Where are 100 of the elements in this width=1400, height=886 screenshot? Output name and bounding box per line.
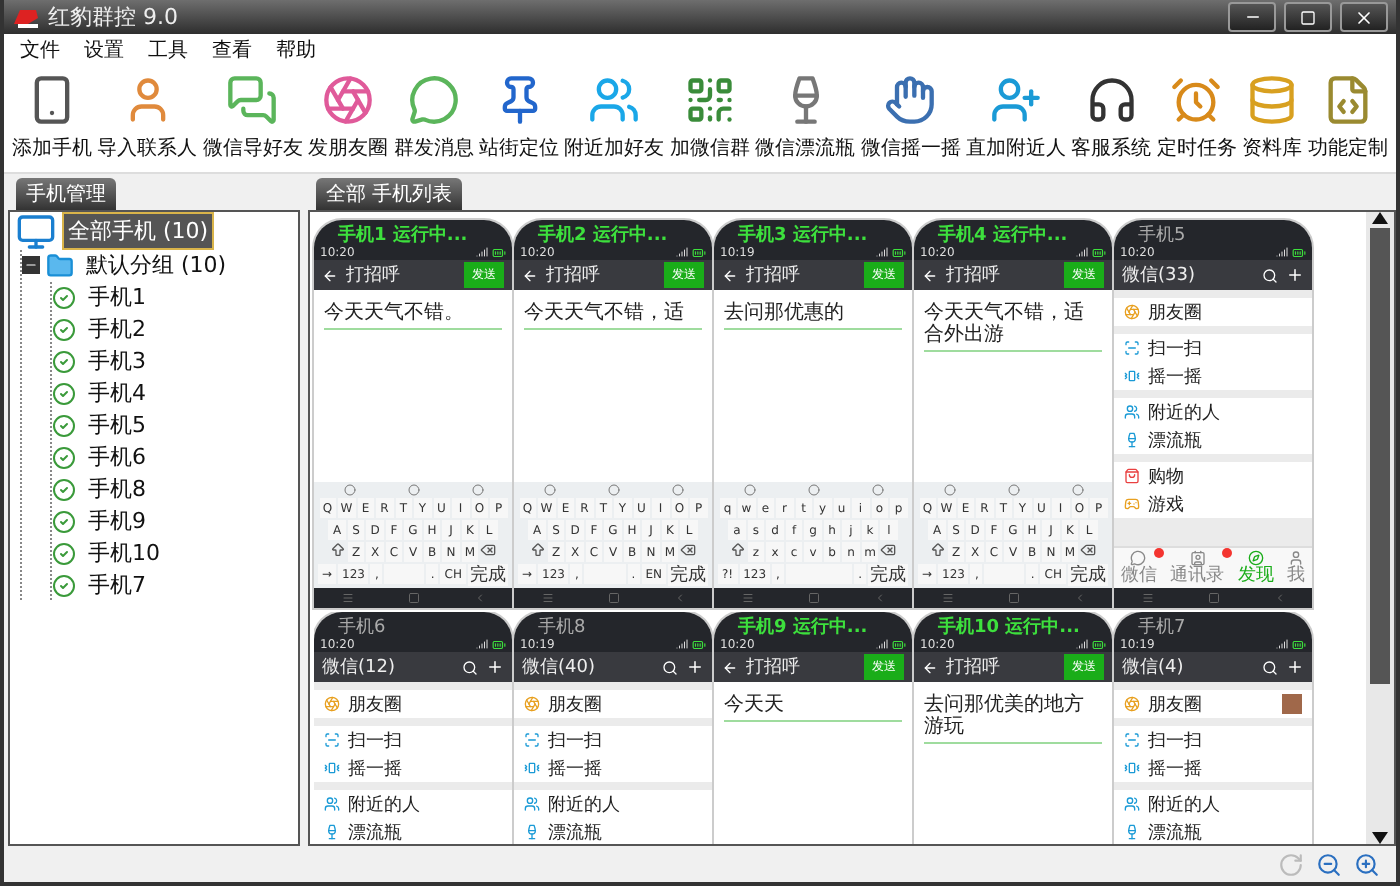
square-icon[interactable] xyxy=(407,592,419,604)
menu-row[interactable]: 附近的人 xyxy=(314,790,512,818)
message-field[interactable]: 今天天气不错，适 xyxy=(524,302,702,330)
toolbar-button[interactable]: 附近加好友 xyxy=(564,74,665,162)
toolbar-button[interactable]: 加微信群 xyxy=(669,74,750,162)
menu-icon[interactable] xyxy=(1141,592,1153,604)
battery-icon xyxy=(1092,245,1106,259)
tree-item[interactable]: 手机6 xyxy=(82,438,152,476)
menu-row[interactable]: 扫一扫 xyxy=(314,726,512,754)
menu-icon[interactable] xyxy=(741,592,753,604)
menu-item[interactable]: 帮助 xyxy=(276,35,316,63)
plus-icon[interactable] xyxy=(486,658,504,676)
search-icon[interactable] xyxy=(662,659,678,675)
tree-item[interactable]: 手机8 xyxy=(82,470,152,508)
phone-label: 手机10 运行中... xyxy=(936,614,1082,636)
tree-item[interactable]: 手机9 xyxy=(82,502,152,540)
square-icon[interactable] xyxy=(807,592,819,604)
menu-row[interactable]: 朋友圈 xyxy=(514,690,712,718)
message-field[interactable]: 去问那优美的地方游玩 xyxy=(924,694,1102,744)
tree-item[interactable]: 手机10 xyxy=(82,534,166,572)
minimize-button[interactable] xyxy=(1228,2,1276,32)
menu-icon[interactable] xyxy=(541,592,553,604)
menu-item[interactable]: 工具 xyxy=(148,35,188,63)
menu-row[interactable]: 扫一扫 xyxy=(514,726,712,754)
back-icon[interactable] xyxy=(522,267,538,283)
menu-row[interactable]: 漂流瓶 xyxy=(314,818,512,844)
menu-row[interactable]: 扫一扫 xyxy=(1114,334,1312,362)
toolbar-button[interactable]: 微信导好友 xyxy=(202,74,303,162)
scroll-thumb[interactable] xyxy=(1370,228,1390,684)
plus-icon[interactable] xyxy=(1286,658,1304,676)
square-icon[interactable] xyxy=(607,592,619,604)
search-icon[interactable] xyxy=(1262,267,1278,283)
menu-row[interactable]: 摇一摇 xyxy=(1114,754,1312,782)
tree-item[interactable]: 手机3 xyxy=(82,342,152,380)
menu-row[interactable]: 扫一扫 xyxy=(1114,726,1312,754)
zoom-out-icon[interactable] xyxy=(1316,851,1342,877)
toolbar-button[interactable]: 直加附近人 xyxy=(966,74,1067,162)
tree-item[interactable]: 手机2 xyxy=(82,310,152,348)
scroll-up-icon[interactable] xyxy=(1372,212,1388,224)
square-icon[interactable] xyxy=(1207,592,1219,604)
menu-item[interactable]: 文件 xyxy=(20,35,60,63)
app-title: 微信(4) xyxy=(1122,655,1186,680)
toolbar-button[interactable]: 添加手机 xyxy=(12,74,92,162)
message-field[interactable]: 今天天气不错。 xyxy=(324,302,502,330)
tree-item[interactable]: 默认分组 (10) xyxy=(80,246,233,284)
menu-row[interactable]: 摇一摇 xyxy=(514,754,712,782)
menu-icon[interactable] xyxy=(341,592,353,604)
maximize-button[interactable] xyxy=(1284,2,1332,32)
toolbar-button[interactable]: 资料库 xyxy=(1242,74,1303,162)
toolbar-button[interactable]: 客服系统 xyxy=(1071,74,1152,162)
toolbar-button[interactable]: 导入联系人 xyxy=(97,74,198,162)
panel-tab[interactable]: 手机管理 xyxy=(16,178,116,210)
search-icon[interactable] xyxy=(462,659,478,675)
menu-row[interactable]: 漂流瓶 xyxy=(1114,426,1312,454)
message-field[interactable]: 今天天气不错，适合外出游 xyxy=(924,302,1102,352)
message-field[interactable]: 去问那优惠的 xyxy=(724,302,902,330)
phone-label: 手机8 xyxy=(536,615,588,636)
menu-row[interactable]: 朋友圈 xyxy=(1114,298,1312,326)
menu-row[interactable]: 附近的人 xyxy=(514,790,712,818)
tree-item[interactable]: 手机5 xyxy=(82,406,152,444)
tree-item[interactable]: 全部手机 (10) xyxy=(62,212,215,250)
menu-item[interactable]: 设置 xyxy=(84,35,124,63)
tree-item[interactable]: 手机7 xyxy=(82,566,152,604)
menu-row[interactable]: 摇一摇 xyxy=(1114,362,1312,390)
toolbar-button[interactable]: 微信摇一摇 xyxy=(860,74,961,162)
toolbar-button[interactable]: 发朋友圈 xyxy=(308,74,389,162)
back-icon[interactable] xyxy=(722,659,738,675)
square-icon[interactable] xyxy=(1007,592,1019,604)
bottle-icon xyxy=(1124,824,1140,840)
menu-row[interactable]: 游戏 xyxy=(1114,490,1312,518)
menu-row[interactable]: 摇一摇 xyxy=(314,754,512,782)
toolbar-button[interactable]: 站街定位 xyxy=(479,74,560,162)
toolbar-button[interactable]: 功能定制 xyxy=(1307,74,1388,162)
toolbar-button[interactable]: 微信漂流瓶 xyxy=(755,74,856,162)
plus-icon[interactable] xyxy=(686,658,704,676)
menu-row[interactable]: 购物 xyxy=(1114,462,1312,490)
menu-row[interactable]: 漂流瓶 xyxy=(1114,818,1312,844)
zoom-in-icon[interactable] xyxy=(1354,851,1380,877)
toolbar-button[interactable]: 定时任务 xyxy=(1156,74,1237,162)
scroll-down-icon[interactable] xyxy=(1372,832,1388,844)
tree-item[interactable]: 手机4 xyxy=(82,374,152,412)
menu-row[interactable]: 附近的人 xyxy=(1114,790,1312,818)
menu-row[interactable]: 朋友圈 xyxy=(1114,690,1312,718)
search-icon[interactable] xyxy=(1262,659,1278,675)
menu-row[interactable]: 漂流瓶 xyxy=(514,818,712,844)
plus-icon[interactable] xyxy=(1286,266,1304,284)
close-button[interactable] xyxy=(1340,2,1388,32)
menu-icon[interactable] xyxy=(941,592,953,604)
menu-row[interactable]: 附近的人 xyxy=(1114,398,1312,426)
toolbar-button[interactable]: 群发消息 xyxy=(393,74,474,162)
back-icon[interactable] xyxy=(922,267,938,283)
menu-item[interactable]: 查看 xyxy=(212,35,252,63)
back-icon[interactable] xyxy=(922,659,938,675)
panel-tab[interactable]: 全部 手机列表 xyxy=(316,178,463,210)
collapse-toggle[interactable] xyxy=(22,256,40,274)
back-icon[interactable] xyxy=(722,267,738,283)
tree-item[interactable]: 手机1 xyxy=(82,278,152,316)
back-icon[interactable] xyxy=(322,267,338,283)
menu-row[interactable]: 朋友圈 xyxy=(314,690,512,718)
message-field[interactable]: 今天天 xyxy=(724,694,902,722)
